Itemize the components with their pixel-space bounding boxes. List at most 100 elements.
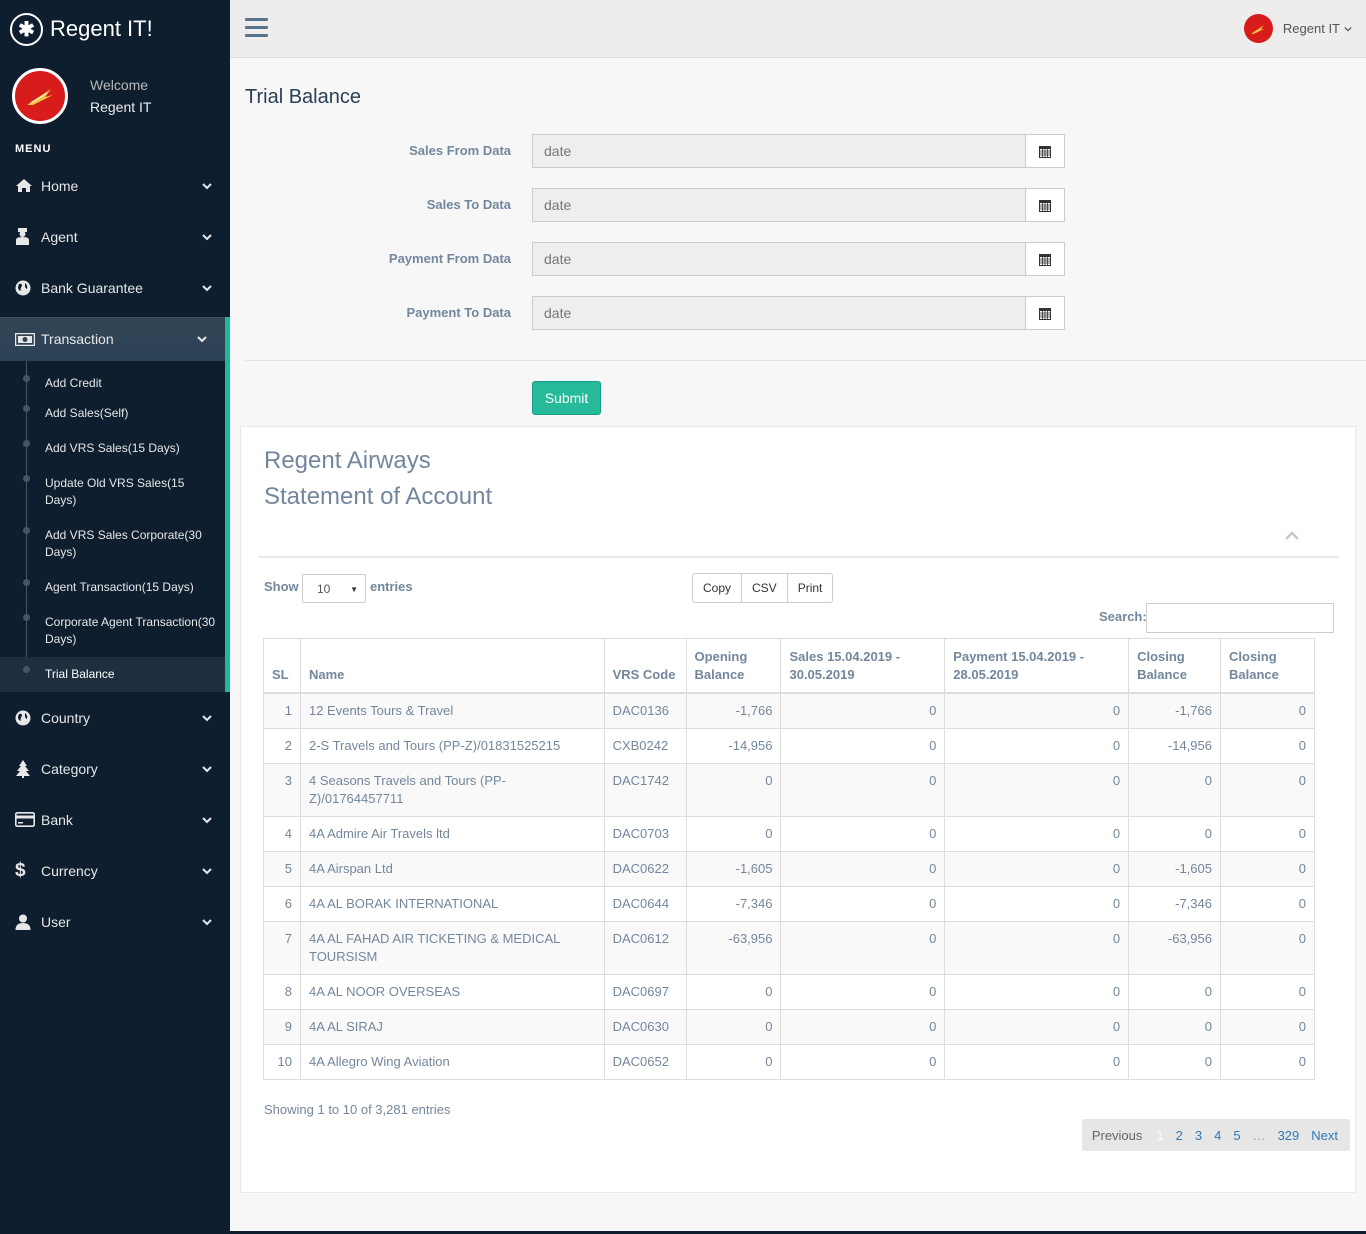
page-button[interactable]: 5 (1227, 1128, 1246, 1143)
calendar-icon[interactable] (1025, 242, 1065, 276)
nav-label: Bank Guarantee (41, 279, 143, 296)
submenu-add-vrs-sales[interactable]: Add VRS Sales(15 Days) (0, 431, 225, 466)
nav-currency[interactable]: $ Currency (0, 845, 230, 896)
nav-label: Currency (41, 862, 98, 879)
nav-transaction[interactable]: Transaction (0, 317, 230, 361)
submenu-add-sales-self[interactable]: Add Sales(Self) (0, 396, 225, 431)
chevron-down-icon (202, 284, 212, 291)
trial-balance-table: SL Name VRS Code Opening Balance Sales 1… (263, 638, 1315, 1080)
calendar-icon[interactable] (1025, 134, 1065, 168)
menu-toggle-icon[interactable] (245, 18, 268, 38)
previous-button[interactable]: Previous (1088, 1128, 1151, 1143)
table-cell: 4A AL BORAK INTERNATIONAL (299, 885, 605, 922)
page-button[interactable]: 1 (1150, 1128, 1169, 1143)
search-label: Search: (1099, 609, 1147, 624)
brand[interactable]: ✱ Regent IT! (0, 0, 230, 58)
page-button[interactable]: 4 (1208, 1128, 1227, 1143)
export-buttons: Copy CSV Print (692, 573, 834, 603)
table-cell: 4A Allegro Wing Aviation (299, 1043, 605, 1080)
table-row: 4 4A Admire Air Travels ltd DAC0703 0 0 0 0 0 (263, 815, 1315, 852)
page-button[interactable]: 2 (1170, 1128, 1189, 1143)
table-cell: -1,766 (1128, 692, 1221, 729)
nav-home[interactable]: Home (0, 160, 230, 211)
table-row: 2 2-S Travels and Tours (PP-Z)/0183152521… (263, 727, 1315, 764)
sales-to-date-input[interactable] (532, 188, 1026, 222)
form-row-sales-to: Sales To Data (230, 188, 1366, 222)
table-cell: -63,956 (685, 920, 782, 975)
column-header[interactable]: Closing Balance (1220, 638, 1315, 694)
csv-button[interactable]: CSV (741, 573, 788, 603)
page-button[interactable]: 3 (1189, 1128, 1208, 1143)
submenu-update-old-vrs-sales[interactable]: Update Old VRS Sales(15 Days) (0, 466, 225, 518)
table-cell: DAC0136 (603, 692, 687, 729)
submenu-add-vrs-sales-corporate[interactable]: Add VRS Sales Corporate(30 Days) (0, 518, 225, 570)
calendar-icon[interactable] (1025, 188, 1065, 222)
table-cell: 9 (263, 1008, 301, 1045)
table-cell: 0 (944, 727, 1130, 764)
submenu-agent-transaction[interactable]: Agent Transaction(15 Days) (0, 570, 225, 605)
nav-bank[interactable]: Bank (0, 794, 230, 845)
field-label: Sales From Data (409, 143, 511, 158)
column-header[interactable]: SL (263, 638, 301, 694)
table-cell: 2 (263, 727, 301, 764)
transaction-submenu: Add Credit Add Sales(Self) Add VRS Sales… (0, 361, 230, 692)
column-header[interactable]: Sales 15.04.2019 - 30.05.2019 (780, 638, 946, 694)
submenu-trial-balance[interactable]: Trial Balance (0, 657, 225, 692)
table-cell: 0 (1220, 815, 1315, 852)
column-header[interactable]: Name (299, 638, 605, 694)
chevron-down-icon (202, 233, 212, 240)
column-header[interactable]: Payment 15.04.2019 - 28.05.2019 (944, 638, 1130, 694)
table-row: 9 4A AL SIRAJ DAC0630 0 0 0 0 0 (263, 1008, 1315, 1045)
calendar-icon[interactable] (1025, 296, 1065, 330)
sales-from-date-input[interactable] (532, 134, 1026, 168)
company-title: Regent Airways (264, 447, 431, 474)
field-label: Sales To Data (426, 197, 511, 212)
table-cell: 0 (1128, 1008, 1221, 1045)
table-cell: 0 (780, 850, 946, 887)
column-header[interactable]: VRS Code (603, 638, 687, 694)
nav-bank-guarantee[interactable]: Bank Guarantee (0, 262, 230, 313)
table-cell: 4 Seasons Travels and Tours (PP-Z)/01764… (299, 762, 605, 817)
table-cell: DAC0630 (603, 1008, 687, 1045)
table-cell: -14,956 (685, 727, 782, 764)
submenu-label: Corporate Agent Transaction(30 Days) (45, 615, 216, 646)
home-icon (15, 178, 41, 193)
page-button[interactable]: 329 (1272, 1128, 1306, 1143)
submenu-label: Add VRS Sales Corporate(30 Days) (45, 528, 202, 559)
copy-button[interactable]: Copy (692, 573, 743, 603)
submenu-label: Trial Balance (45, 667, 115, 681)
submenu-label: Agent Transaction(15 Days) (45, 580, 194, 594)
print-button[interactable]: Print (786, 573, 834, 603)
table-cell: 0 (685, 973, 782, 1010)
table-cell: 4A AL NOOR OVERSEAS (299, 973, 605, 1010)
show-label: Show (264, 579, 299, 594)
sidebar: ✱ Regent IT! Welcome Regent IT MENU Home… (0, 0, 230, 1234)
nav-country[interactable]: Country (0, 692, 230, 743)
table-cell: 0 (944, 885, 1130, 922)
next-button[interactable]: Next (1305, 1128, 1344, 1143)
table-cell: CXB0242 (603, 727, 687, 764)
profile: Welcome Regent IT (0, 58, 230, 134)
table-cell: 0 (944, 692, 1130, 729)
nav-agent[interactable]: Agent (0, 211, 230, 262)
submenu-label: Add Credit (45, 376, 102, 390)
search-input[interactable] (1146, 603, 1334, 633)
column-header[interactable]: Closing Balance (1128, 638, 1221, 694)
table-cell: -14,956 (1128, 727, 1221, 764)
nav-user[interactable]: User (0, 896, 230, 947)
submenu-add-credit[interactable]: Add Credit (0, 361, 225, 396)
nav-category[interactable]: Category (0, 743, 230, 794)
user-icon (15, 914, 41, 930)
table-cell: 1 (263, 692, 301, 729)
payment-to-date-input[interactable] (532, 296, 1026, 330)
payment-from-date-input[interactable] (532, 242, 1026, 276)
top-navbar: Regent IT (230, 0, 1366, 58)
submenu-corporate-agent-transaction[interactable]: Corporate Agent Transaction(30 Days) (0, 605, 225, 657)
column-header[interactable]: Opening Balance (685, 638, 782, 694)
user-dropdown[interactable]: Regent IT (1243, 14, 1352, 43)
table-row: 10 4A Allegro Wing Aviation DAC0652 0 0 0 0 0 (263, 1043, 1315, 1080)
page-length-select[interactable]: 10 ▼ (302, 574, 366, 603)
chevron-up-icon[interactable] (1285, 531, 1299, 541)
submit-button[interactable]: Submit (532, 381, 601, 415)
avatar (1243, 14, 1273, 43)
